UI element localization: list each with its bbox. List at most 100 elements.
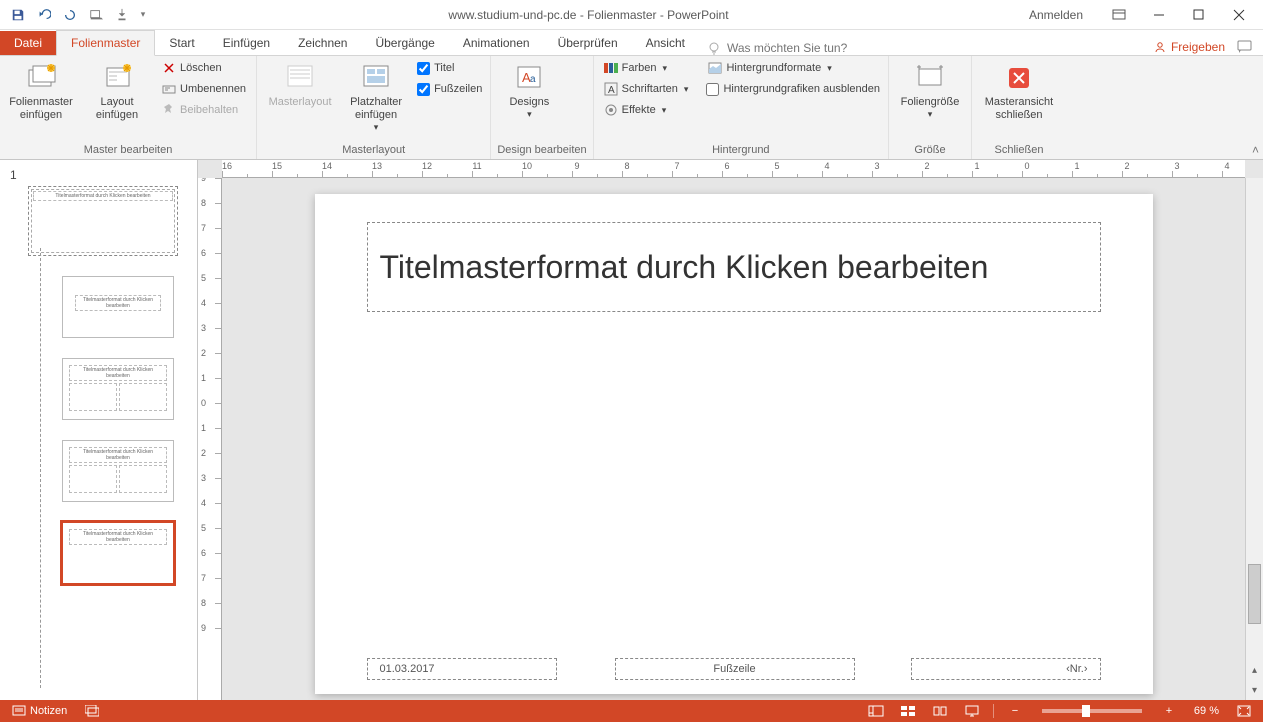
quick-access-toolbar: ▾ (0, 3, 156, 27)
save-icon[interactable] (6, 3, 30, 27)
lightbulb-icon (707, 41, 721, 55)
layout-thumbnail-4-selected[interactable]: Titelmasterformat durch Klicken bearbeit… (62, 522, 174, 584)
rename-icon (162, 82, 176, 96)
undo-icon[interactable] (32, 3, 56, 27)
slideshow-view-icon[interactable] (961, 702, 983, 720)
canvas[interactable]: Titelmasterformat durch Klicken bearbeit… (222, 178, 1245, 700)
minimize-icon[interactable] (1139, 1, 1179, 29)
window-title: www.studium-und-pc.de - Folienmaster - P… (156, 8, 1021, 22)
close-master-button[interactable]: Masteransicht schließen (978, 58, 1060, 126)
rename-button[interactable]: Umbenennen (158, 79, 250, 99)
share-button[interactable]: Freigeben (1153, 40, 1225, 54)
zoom-knob[interactable] (1082, 705, 1090, 717)
redo-icon[interactable] (58, 3, 82, 27)
background-formats-button[interactable]: Hintergrundformate▾ (704, 58, 882, 78)
layout-thumbnail-1[interactable]: Titelmasterformat durch Klicken bearbeit… (62, 276, 174, 338)
group-masterlayout: Masterlayout Platzhalter einfügen▾ Titel… (257, 56, 491, 159)
tell-me-search[interactable] (707, 41, 877, 55)
tab-folienmaster[interactable]: Folienmaster (56, 30, 155, 56)
next-slide-icon[interactable]: ▾ (1246, 680, 1263, 700)
zoom-out-icon[interactable]: − (1004, 702, 1026, 720)
effects-icon (604, 103, 618, 117)
tab-start[interactable]: Start (155, 31, 208, 55)
tab-ansicht[interactable]: Ansicht (632, 31, 699, 55)
colors-button[interactable]: Farben▾ (600, 58, 693, 78)
layout-connector-line (40, 248, 41, 688)
group-hintergrund: Farben▾ ASchriftarten▾ Effekte▾ Hintergr… (594, 56, 889, 159)
title-bar: ▾ www.studium-und-pc.de - Folienmaster -… (0, 0, 1263, 30)
tell-me-input[interactable] (727, 41, 877, 55)
date-placeholder[interactable]: 01.03.2017 (367, 658, 557, 680)
zoom-level[interactable]: 69 % (1190, 705, 1223, 717)
comments-status-icon[interactable] (81, 702, 103, 720)
horizontal-ruler[interactable]: 1615141312111098765432101234567891011121… (222, 160, 1245, 178)
insert-placeholder-button[interactable]: Platzhalter einfügen▾ (343, 58, 409, 137)
group-design-bearbeiten: Aa Designs▾ Design bearbeiten (491, 56, 593, 159)
preserve-button: Beibehalten (158, 100, 250, 120)
group-schliessen: Masteransicht schließen Schließen (972, 56, 1066, 159)
delete-icon (162, 61, 176, 75)
fonts-icon: A (604, 82, 618, 96)
master-thumbnail[interactable]: Titelmasterformat durch Klicken bearbeit… (28, 186, 178, 256)
colors-icon (604, 61, 618, 75)
title-placeholder[interactable]: Titelmasterformat durch Klicken bearbeit… (367, 222, 1101, 312)
hide-bg-checkbox[interactable]: Hintergrundgrafiken ausblenden (704, 79, 882, 99)
scrollbar-thumb[interactable] (1248, 564, 1261, 624)
maximize-icon[interactable] (1179, 1, 1219, 29)
slidenumber-placeholder[interactable]: ‹Nr.› (911, 658, 1101, 680)
tab-zeichnen[interactable]: Zeichnen (284, 31, 361, 55)
main-area: 1 Titelmasterformat durch Klicken bearbe… (0, 160, 1263, 700)
status-bar: Notizen − + 69 % (0, 700, 1263, 722)
qat-customize-icon[interactable]: ▾ (136, 3, 150, 27)
vertical-scrollbar[interactable] (1245, 178, 1263, 660)
masterlayout-button: Masterlayout (263, 58, 337, 113)
fit-to-window-icon[interactable] (1233, 702, 1255, 720)
prev-slide-icon[interactable]: ▴ (1246, 660, 1263, 680)
bg-formats-icon (708, 61, 722, 75)
tab-uebergaenge[interactable]: Übergänge (361, 31, 448, 55)
title-checkbox[interactable]: Titel (415, 58, 484, 78)
zoom-slider[interactable] (1042, 709, 1142, 713)
layout-thumbnail-2[interactable]: Titelmasterformat durch Klicken bearbeit… (62, 358, 174, 420)
layout-thumbnail-3[interactable]: Titelmasterformat durch Klicken bearbeit… (62, 440, 174, 502)
normal-view-icon[interactable] (865, 702, 887, 720)
tab-file[interactable]: Datei (0, 31, 56, 55)
footer-placeholder[interactable]: Fußzeile (615, 658, 855, 680)
close-icon[interactable] (1219, 1, 1259, 29)
svg-text:A: A (608, 85, 615, 96)
share-icon (1153, 40, 1167, 54)
insert-slidemaster-button[interactable]: Folienmaster einfügen (6, 58, 76, 126)
svg-text:a: a (530, 74, 536, 85)
ribbon: Folienmaster einfügen Layout einfügen Lö… (0, 56, 1263, 160)
thumbnail-pane[interactable]: 1 Titelmasterformat durch Klicken bearbe… (0, 160, 198, 700)
tab-ueberpruefen[interactable]: Überprüfen (544, 31, 632, 55)
start-from-beginning-icon[interactable] (84, 3, 108, 27)
group-groesse: Foliengröße▾ Größe (889, 56, 972, 159)
slide-nav-buttons: ▴ ▾ (1245, 660, 1263, 700)
slide[interactable]: Titelmasterformat durch Klicken bearbeit… (315, 194, 1153, 694)
sorter-view-icon[interactable] (897, 702, 919, 720)
vertical-ruler[interactable]: 9876543210123456789 (198, 178, 222, 700)
pin-icon (162, 103, 176, 117)
master-number: 1 (10, 168, 17, 182)
touch-mode-icon[interactable] (110, 3, 134, 27)
sign-in-link[interactable]: Anmelden (1021, 4, 1091, 26)
footers-checkbox[interactable]: Fußzeilen (415, 79, 484, 99)
ribbon-tabs: Datei Folienmaster Start Einfügen Zeichn… (0, 30, 1263, 56)
notes-button[interactable]: Notizen (8, 702, 71, 720)
slide-edit-area: 1615141312111098765432101234567891011121… (198, 160, 1263, 700)
tab-animationen[interactable]: Animationen (449, 31, 544, 55)
fonts-button[interactable]: ASchriftarten▾ (600, 79, 693, 99)
zoom-in-icon[interactable]: + (1158, 702, 1180, 720)
collapse-ribbon-icon[interactable]: ˄ (1252, 143, 1259, 157)
group-master-bearbeiten: Folienmaster einfügen Layout einfügen Lö… (0, 56, 257, 159)
ribbon-display-icon[interactable] (1099, 1, 1139, 29)
delete-button[interactable]: Löschen (158, 58, 250, 78)
tab-einfuegen[interactable]: Einfügen (209, 31, 284, 55)
effects-button[interactable]: Effekte▾ (600, 100, 693, 120)
reading-view-icon[interactable] (929, 702, 951, 720)
designs-button[interactable]: Aa Designs▾ (497, 58, 561, 124)
insert-layout-button[interactable]: Layout einfügen (82, 58, 152, 126)
slide-size-button[interactable]: Foliengröße▾ (895, 58, 965, 124)
comments-icon[interactable] (1237, 39, 1253, 55)
